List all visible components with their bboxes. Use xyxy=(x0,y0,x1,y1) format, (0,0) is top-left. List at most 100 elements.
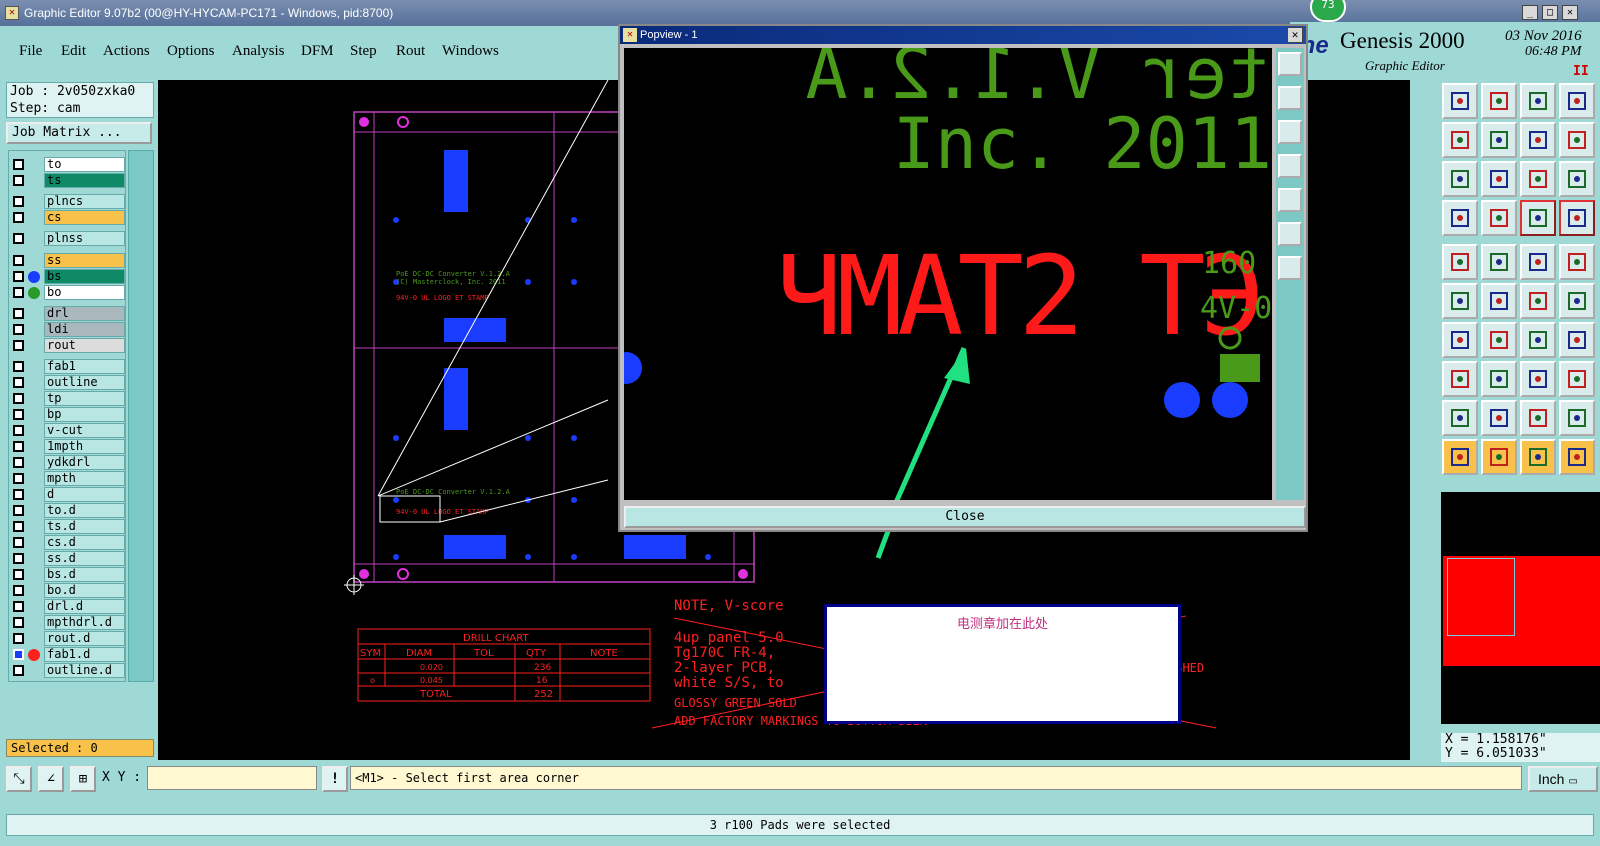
layer-row-outline-d[interactable]: outline.d xyxy=(9,663,127,678)
cursor-alt-icon[interactable] xyxy=(1481,439,1517,475)
undo-icon[interactable] xyxy=(1520,322,1556,358)
layer-row-ss[interactable]: ss xyxy=(9,253,127,268)
menu-edit[interactable]: Edit xyxy=(61,43,86,60)
layer-row-ts-d[interactable]: ts.d xyxy=(9,519,127,534)
layer-name[interactable]: bo.d xyxy=(44,583,125,598)
layer-name[interactable]: outline.d xyxy=(44,663,125,678)
layer-checkbox[interactable] xyxy=(13,324,24,335)
layer-row-cs[interactable]: cs xyxy=(9,210,127,225)
layers-swap-icon[interactable] xyxy=(1520,122,1556,158)
line-alt-icon[interactable] xyxy=(1481,322,1517,358)
layer-checkbox[interactable] xyxy=(13,489,24,500)
layer-checkbox[interactable] xyxy=(13,393,24,404)
ratio-icon[interactable] xyxy=(1520,161,1556,197)
layer-checkbox[interactable] xyxy=(13,233,24,244)
text-icon[interactable] xyxy=(1559,322,1595,358)
layer-checkbox[interactable] xyxy=(13,569,24,580)
layer-name[interactable]: fab1.d xyxy=(44,647,125,662)
layer-row-bs-d[interactable]: bs.d xyxy=(9,567,127,582)
layer-name[interactable]: bp xyxy=(44,407,125,422)
layer-row-d[interactable]: d xyxy=(9,487,127,502)
tools-icon[interactable] xyxy=(1442,200,1478,236)
layer-name[interactable]: ldi xyxy=(44,322,125,337)
layer-row-drl-d[interactable]: drl.d xyxy=(9,599,127,614)
layout-icon[interactable] xyxy=(1559,83,1595,119)
layer-checkbox[interactable] xyxy=(13,361,24,372)
ruler-icon[interactable] xyxy=(1520,244,1556,280)
pause-icon[interactable]: II xyxy=(1573,64,1589,79)
arrow-alt-icon[interactable] xyxy=(1559,283,1595,319)
layer-name[interactable]: mpthdrl.d xyxy=(44,615,125,630)
layer-row-1mpth[interactable]: 1mpth xyxy=(9,439,127,454)
arc-icon[interactable] xyxy=(1442,400,1478,436)
app-icon[interactable]: ✕ xyxy=(5,6,19,20)
layer-checkbox[interactable] xyxy=(13,537,24,548)
job-matrix-button[interactable]: Job Matrix ... xyxy=(6,122,152,144)
layer-row-plncs[interactable]: plncs xyxy=(9,194,127,209)
minus-icon[interactable] xyxy=(1481,361,1517,397)
layer-row-bo-d[interactable]: bo.d xyxy=(9,583,127,598)
layer-row-ts[interactable]: ts xyxy=(9,173,127,188)
layer-row-bs[interactable]: bs xyxy=(9,269,127,284)
arc-alt-icon[interactable] xyxy=(1481,400,1517,436)
layer-checkbox[interactable] xyxy=(13,617,24,628)
home-alt-icon[interactable] xyxy=(1520,83,1556,119)
layer-row-to-d[interactable]: to.d xyxy=(9,503,127,518)
layer-name[interactable]: bo xyxy=(44,285,125,300)
export-icon[interactable] xyxy=(1481,122,1517,158)
layer-name[interactable]: to xyxy=(44,157,125,172)
layer-name[interactable]: rout.d xyxy=(44,631,125,646)
popview-fit-alt-icon[interactable] xyxy=(1278,256,1302,280)
layer-checkbox[interactable] xyxy=(13,308,24,319)
menu-windows[interactable]: Windows xyxy=(442,43,499,60)
layer-name[interactable]: ss.d xyxy=(44,551,125,566)
layer-name[interactable]: rout xyxy=(44,338,125,353)
xy-input[interactable] xyxy=(147,766,317,790)
popview-zoom-down-icon[interactable] xyxy=(1278,120,1302,144)
cursor-icon[interactable] xyxy=(1442,439,1478,475)
unit-selector[interactable]: Inch ▭ xyxy=(1528,766,1598,792)
menu-rout[interactable]: Rout xyxy=(396,43,425,60)
pad-alt-icon[interactable] xyxy=(1559,244,1595,280)
pad-red-icon[interactable] xyxy=(1442,361,1478,397)
menu-options[interactable]: Options xyxy=(167,43,215,60)
layer-checkbox[interactable] xyxy=(13,425,24,436)
home-icon[interactable] xyxy=(1442,83,1478,119)
layer-checkbox[interactable] xyxy=(13,633,24,644)
alert-button[interactable]: ! xyxy=(322,766,348,792)
layer-row-ydkdrl[interactable]: ydkdrl xyxy=(9,455,127,470)
layer-row-tp[interactable]: tp xyxy=(9,391,127,406)
layer-checkbox[interactable] xyxy=(13,255,24,266)
layer-row-bo[interactable]: bo xyxy=(9,285,127,300)
layer-row-v-cut[interactable]: v-cut xyxy=(9,423,127,438)
layer-checkbox[interactable] xyxy=(13,159,24,170)
connect-icon[interactable] xyxy=(1442,283,1478,319)
layer-row-fab1-d[interactable]: fab1.d xyxy=(9,647,127,662)
close-window-button[interactable]: ✕ xyxy=(1562,5,1578,20)
layer-checkbox[interactable] xyxy=(13,175,24,186)
layer-row-fab1[interactable]: fab1 xyxy=(9,359,127,374)
layer-name[interactable]: ts.d xyxy=(44,519,125,534)
layer-checkbox[interactable] xyxy=(13,441,24,452)
popview-fit-icon[interactable] xyxy=(1278,222,1302,246)
layer-name[interactable]: cs.d xyxy=(44,535,125,550)
layer-row-mpthdrl-d[interactable]: mpthdrl.d xyxy=(9,615,127,630)
layer-checkbox[interactable] xyxy=(13,585,24,596)
popview-close-icon[interactable]: ✕ xyxy=(1287,27,1303,43)
grid-button[interactable]: ⊞ xyxy=(70,766,96,792)
maximize-button[interactable]: □ xyxy=(1542,5,1558,20)
layer-name[interactable]: ydkdrl xyxy=(44,455,125,470)
measure-icon[interactable] xyxy=(1520,361,1556,397)
layer-name[interactable]: d xyxy=(44,487,125,502)
cursor-c-icon[interactable] xyxy=(1559,439,1595,475)
layer-row-bp[interactable]: bp xyxy=(9,407,127,422)
layer-name[interactable]: ts xyxy=(44,173,125,188)
cursor-b-icon[interactable] xyxy=(1520,439,1556,475)
popview-close-button[interactable]: Close xyxy=(624,506,1306,528)
layer-row-to[interactable]: to xyxy=(9,157,127,172)
layer-name[interactable]: tp xyxy=(44,391,125,406)
layer-row-plnss[interactable]: plnss xyxy=(9,231,127,246)
layer-row-ss-d[interactable]: ss.d xyxy=(9,551,127,566)
traffic-icon[interactable] xyxy=(1520,200,1556,236)
measure-button[interactable]: ∠ xyxy=(38,766,64,792)
